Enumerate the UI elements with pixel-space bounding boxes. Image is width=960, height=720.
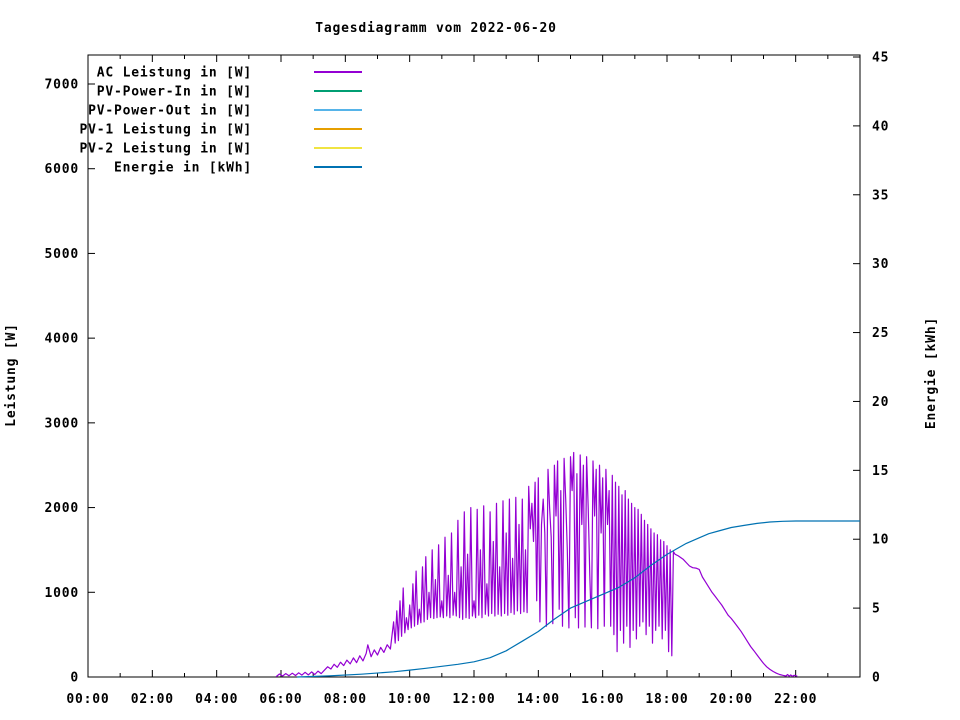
x-tick-label: 22:00 <box>774 692 817 707</box>
tagesdiagramm-chart: Tagesdiagramm vom 2022-06-20 Leistung [W… <box>0 0 960 720</box>
x-tick-label: 18:00 <box>645 692 688 707</box>
y1-tick-label: 1000 <box>44 586 79 601</box>
y2-tick-label: 35 <box>872 188 889 203</box>
y1-tick-label: 7000 <box>44 78 79 93</box>
y1-tick-label: 4000 <box>44 332 79 347</box>
x-tick-label: 08:00 <box>324 692 367 707</box>
series-line-0 <box>276 453 797 677</box>
y2-axis-label: Energie [kWh] <box>924 317 939 429</box>
y1-tick-label: 0 <box>70 671 79 686</box>
legend-label-3: PV-1 Leistung in [W] <box>79 123 252 138</box>
y2-tick-label: 0 <box>872 671 881 686</box>
x-tick-label: 12:00 <box>452 692 495 707</box>
y1-tick-label: 6000 <box>44 162 79 177</box>
legend-label-4: PV-2 Leistung in [W] <box>79 142 252 157</box>
y2-tick-label: 20 <box>872 395 889 410</box>
y1-tick-label: 5000 <box>44 247 79 262</box>
chart-title: Tagesdiagramm vom 2022-06-20 <box>315 21 557 36</box>
y1-tick-label: 3000 <box>44 416 79 431</box>
y2-tick-label: 25 <box>872 326 889 341</box>
y2-tick-label: 5 <box>872 602 881 617</box>
y1-tick-label: 2000 <box>44 501 79 516</box>
generated-plot-elements: 00:00 02:00 04:00 06:00 08:00 10:00 12:00 14:00… <box>44 51 889 708</box>
y2-tick-label: 40 <box>872 119 889 134</box>
x-tick-label: 10:00 <box>388 692 431 707</box>
x-tick-label: 16:00 <box>581 692 624 707</box>
y2-tick-label: 10 <box>872 533 889 548</box>
x-tick-label: 04:00 <box>195 692 238 707</box>
y2-tick-label: 45 <box>872 51 889 66</box>
plot-area: Tagesdiagramm vom 2022-06-20 Leistung [W… <box>0 0 960 720</box>
y2-tick-label: 30 <box>872 257 889 272</box>
y2-tick-label: 15 <box>872 464 889 479</box>
y1-axis-label: Leistung [W] <box>4 323 19 427</box>
legend-label-2: PV-Power-Out in [W] <box>88 104 252 119</box>
legend-label-0: AC Leistung in [W] <box>97 66 252 81</box>
x-tick-label: 14:00 <box>517 692 560 707</box>
x-tick-label: 02:00 <box>131 692 174 707</box>
x-tick-label: 06:00 <box>259 692 302 707</box>
x-tick-label: 00:00 <box>66 692 109 707</box>
legend-label-5: Energie in [kWh] <box>114 161 252 176</box>
legend-label-1: PV-Power-In in [W] <box>97 85 252 100</box>
x-tick-label: 20:00 <box>710 692 753 707</box>
